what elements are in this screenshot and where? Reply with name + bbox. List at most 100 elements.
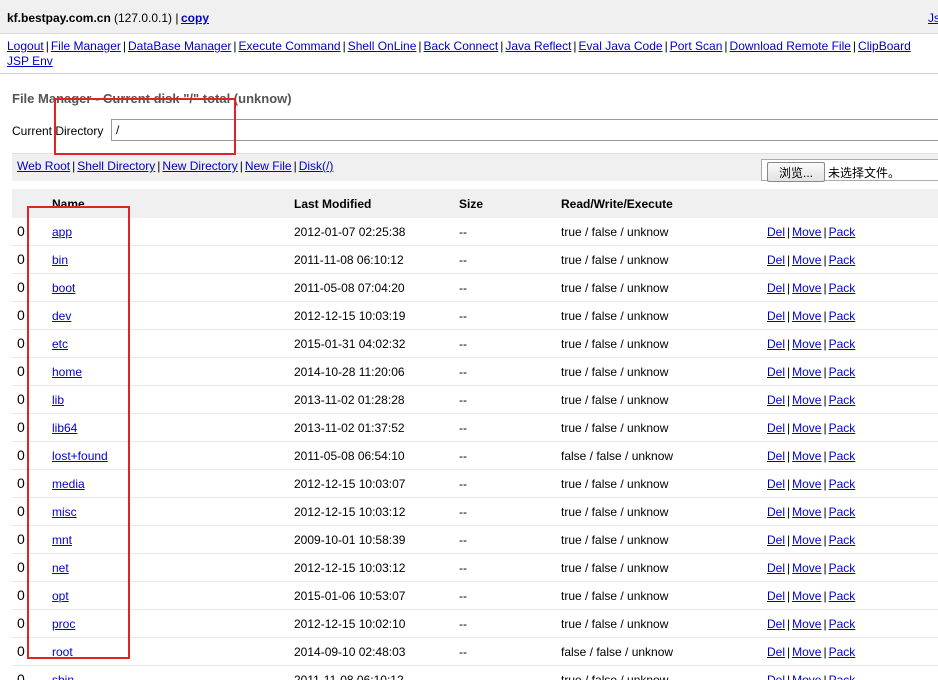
move-link[interactable]: Move <box>792 561 821 575</box>
pack-link[interactable]: Pack <box>829 589 856 603</box>
dir-name-link[interactable]: sbin <box>52 673 74 680</box>
menu-item-file-manager[interactable]: File Manager <box>51 39 121 53</box>
dir-name-link[interactable]: bin <box>52 253 68 267</box>
row-checkbox[interactable]: 0 <box>17 503 25 519</box>
menu-item-back-connect[interactable]: Back Connect <box>424 39 499 53</box>
move-link[interactable]: Move <box>792 645 821 659</box>
del-link[interactable]: Del <box>767 673 785 680</box>
menu-item-clipboard[interactable]: ClipBoard <box>858 39 911 53</box>
dir-name-link[interactable]: lib <box>52 393 64 407</box>
del-link[interactable]: Del <box>767 421 785 435</box>
pack-link[interactable]: Pack <box>829 505 856 519</box>
move-link[interactable]: Move <box>792 337 821 351</box>
pack-link[interactable]: Pack <box>829 421 856 435</box>
dir-name-link[interactable]: lib64 <box>52 421 77 435</box>
menu-item-shell-online[interactable]: Shell OnLine <box>348 39 417 53</box>
del-link[interactable]: Del <box>767 505 785 519</box>
del-link[interactable]: Del <box>767 281 785 295</box>
dir-name-link[interactable]: etc <box>52 337 68 351</box>
pack-link[interactable]: Pack <box>829 645 856 659</box>
dir-name-link[interactable]: proc <box>52 617 75 631</box>
header-name[interactable]: Name <box>52 197 85 211</box>
menu-item-jsp-env[interactable]: JSP Env <box>7 54 53 68</box>
del-link[interactable]: Del <box>767 253 785 267</box>
del-link[interactable]: Del <box>767 309 785 323</box>
row-checkbox[interactable]: 0 <box>17 251 25 267</box>
row-checkbox[interactable]: 0 <box>17 223 25 239</box>
move-link[interactable]: Move <box>792 253 821 267</box>
row-checkbox[interactable]: 0 <box>17 531 25 547</box>
row-checkbox[interactable]: 0 <box>17 643 25 659</box>
dir-name-link[interactable]: root <box>52 645 73 659</box>
dir-name-link[interactable]: net <box>52 561 69 575</box>
dir-name-link[interactable]: home <box>52 365 82 379</box>
pack-link[interactable]: Pack <box>829 533 856 547</box>
pack-link[interactable]: Pack <box>829 225 856 239</box>
browse-button[interactable]: 浏览... <box>767 162 825 182</box>
copy-link[interactable]: copy <box>181 11 209 25</box>
header-size[interactable]: Size <box>459 197 483 211</box>
pack-link[interactable]: Pack <box>829 477 856 491</box>
pack-link[interactable]: Pack <box>829 309 856 323</box>
row-checkbox[interactable]: 0 <box>17 279 25 295</box>
move-link[interactable]: Move <box>792 393 821 407</box>
move-link[interactable]: Move <box>792 449 821 463</box>
move-link[interactable]: Move <box>792 589 821 603</box>
pack-link[interactable]: Pack <box>829 337 856 351</box>
pack-link[interactable]: Pack <box>829 449 856 463</box>
menu-item-execute-command[interactable]: Execute Command <box>239 39 341 53</box>
toolbar-link-new-file[interactable]: New File <box>245 159 292 173</box>
row-checkbox[interactable]: 0 <box>17 559 25 575</box>
del-link[interactable]: Del <box>767 561 785 575</box>
move-link[interactable]: Move <box>792 617 821 631</box>
pack-link[interactable]: Pack <box>829 561 856 575</box>
row-checkbox[interactable]: 0 <box>17 419 25 435</box>
pack-link[interactable]: Pack <box>829 281 856 295</box>
del-link[interactable]: Del <box>767 393 785 407</box>
del-link[interactable]: Del <box>767 533 785 547</box>
dir-name-link[interactable]: app <box>52 225 72 239</box>
move-link[interactable]: Move <box>792 365 821 379</box>
dir-name-link[interactable]: opt <box>52 589 69 603</box>
move-link[interactable]: Move <box>792 505 821 519</box>
row-checkbox[interactable]: 0 <box>17 307 25 323</box>
menu-item-eval-java-code[interactable]: Eval Java Code <box>579 39 663 53</box>
dir-name-link[interactable]: dev <box>52 309 71 323</box>
move-link[interactable]: Move <box>792 477 821 491</box>
current-directory-input[interactable] <box>111 119 938 141</box>
toolbar-link-new-directory[interactable]: New Directory <box>162 159 237 173</box>
row-checkbox[interactable]: 0 <box>17 391 25 407</box>
del-link[interactable]: Del <box>767 617 785 631</box>
dir-name-link[interactable]: lost+found <box>52 449 108 463</box>
row-checkbox[interactable]: 0 <box>17 335 25 351</box>
row-checkbox[interactable]: 0 <box>17 363 25 379</box>
pack-link[interactable]: Pack <box>829 393 856 407</box>
del-link[interactable]: Del <box>767 225 785 239</box>
move-link[interactable]: Move <box>792 533 821 547</box>
del-link[interactable]: Del <box>767 645 785 659</box>
row-checkbox[interactable]: 0 <box>17 475 25 491</box>
move-link[interactable]: Move <box>792 673 821 680</box>
menu-item-download-remote-file[interactable]: Download Remote File <box>730 39 851 53</box>
del-link[interactable]: Del <box>767 589 785 603</box>
top-right-link[interactable]: Js <box>928 11 938 25</box>
pack-link[interactable]: Pack <box>829 253 856 267</box>
del-link[interactable]: Del <box>767 477 785 491</box>
dir-name-link[interactable]: mnt <box>52 533 72 547</box>
toolbar-link-disk[interactable]: Disk(/) <box>299 159 334 173</box>
toolbar-link-shell-directory[interactable]: Shell Directory <box>77 159 155 173</box>
menu-item-java-reflect[interactable]: Java Reflect <box>505 39 571 53</box>
del-link[interactable]: Del <box>767 449 785 463</box>
row-checkbox[interactable]: 0 <box>17 615 25 631</box>
menu-item-database-manager[interactable]: DataBase Manager <box>128 39 231 53</box>
menu-item-logout[interactable]: Logout <box>7 39 44 53</box>
move-link[interactable]: Move <box>792 281 821 295</box>
del-link[interactable]: Del <box>767 365 785 379</box>
del-link[interactable]: Del <box>767 337 785 351</box>
row-checkbox[interactable]: 0 <box>17 447 25 463</box>
menu-item-port-scan[interactable]: Port Scan <box>670 39 723 53</box>
row-checkbox[interactable]: 0 <box>17 671 25 680</box>
move-link[interactable]: Move <box>792 225 821 239</box>
toolbar-link-web-root[interactable]: Web Root <box>17 159 70 173</box>
row-checkbox[interactable]: 0 <box>17 587 25 603</box>
